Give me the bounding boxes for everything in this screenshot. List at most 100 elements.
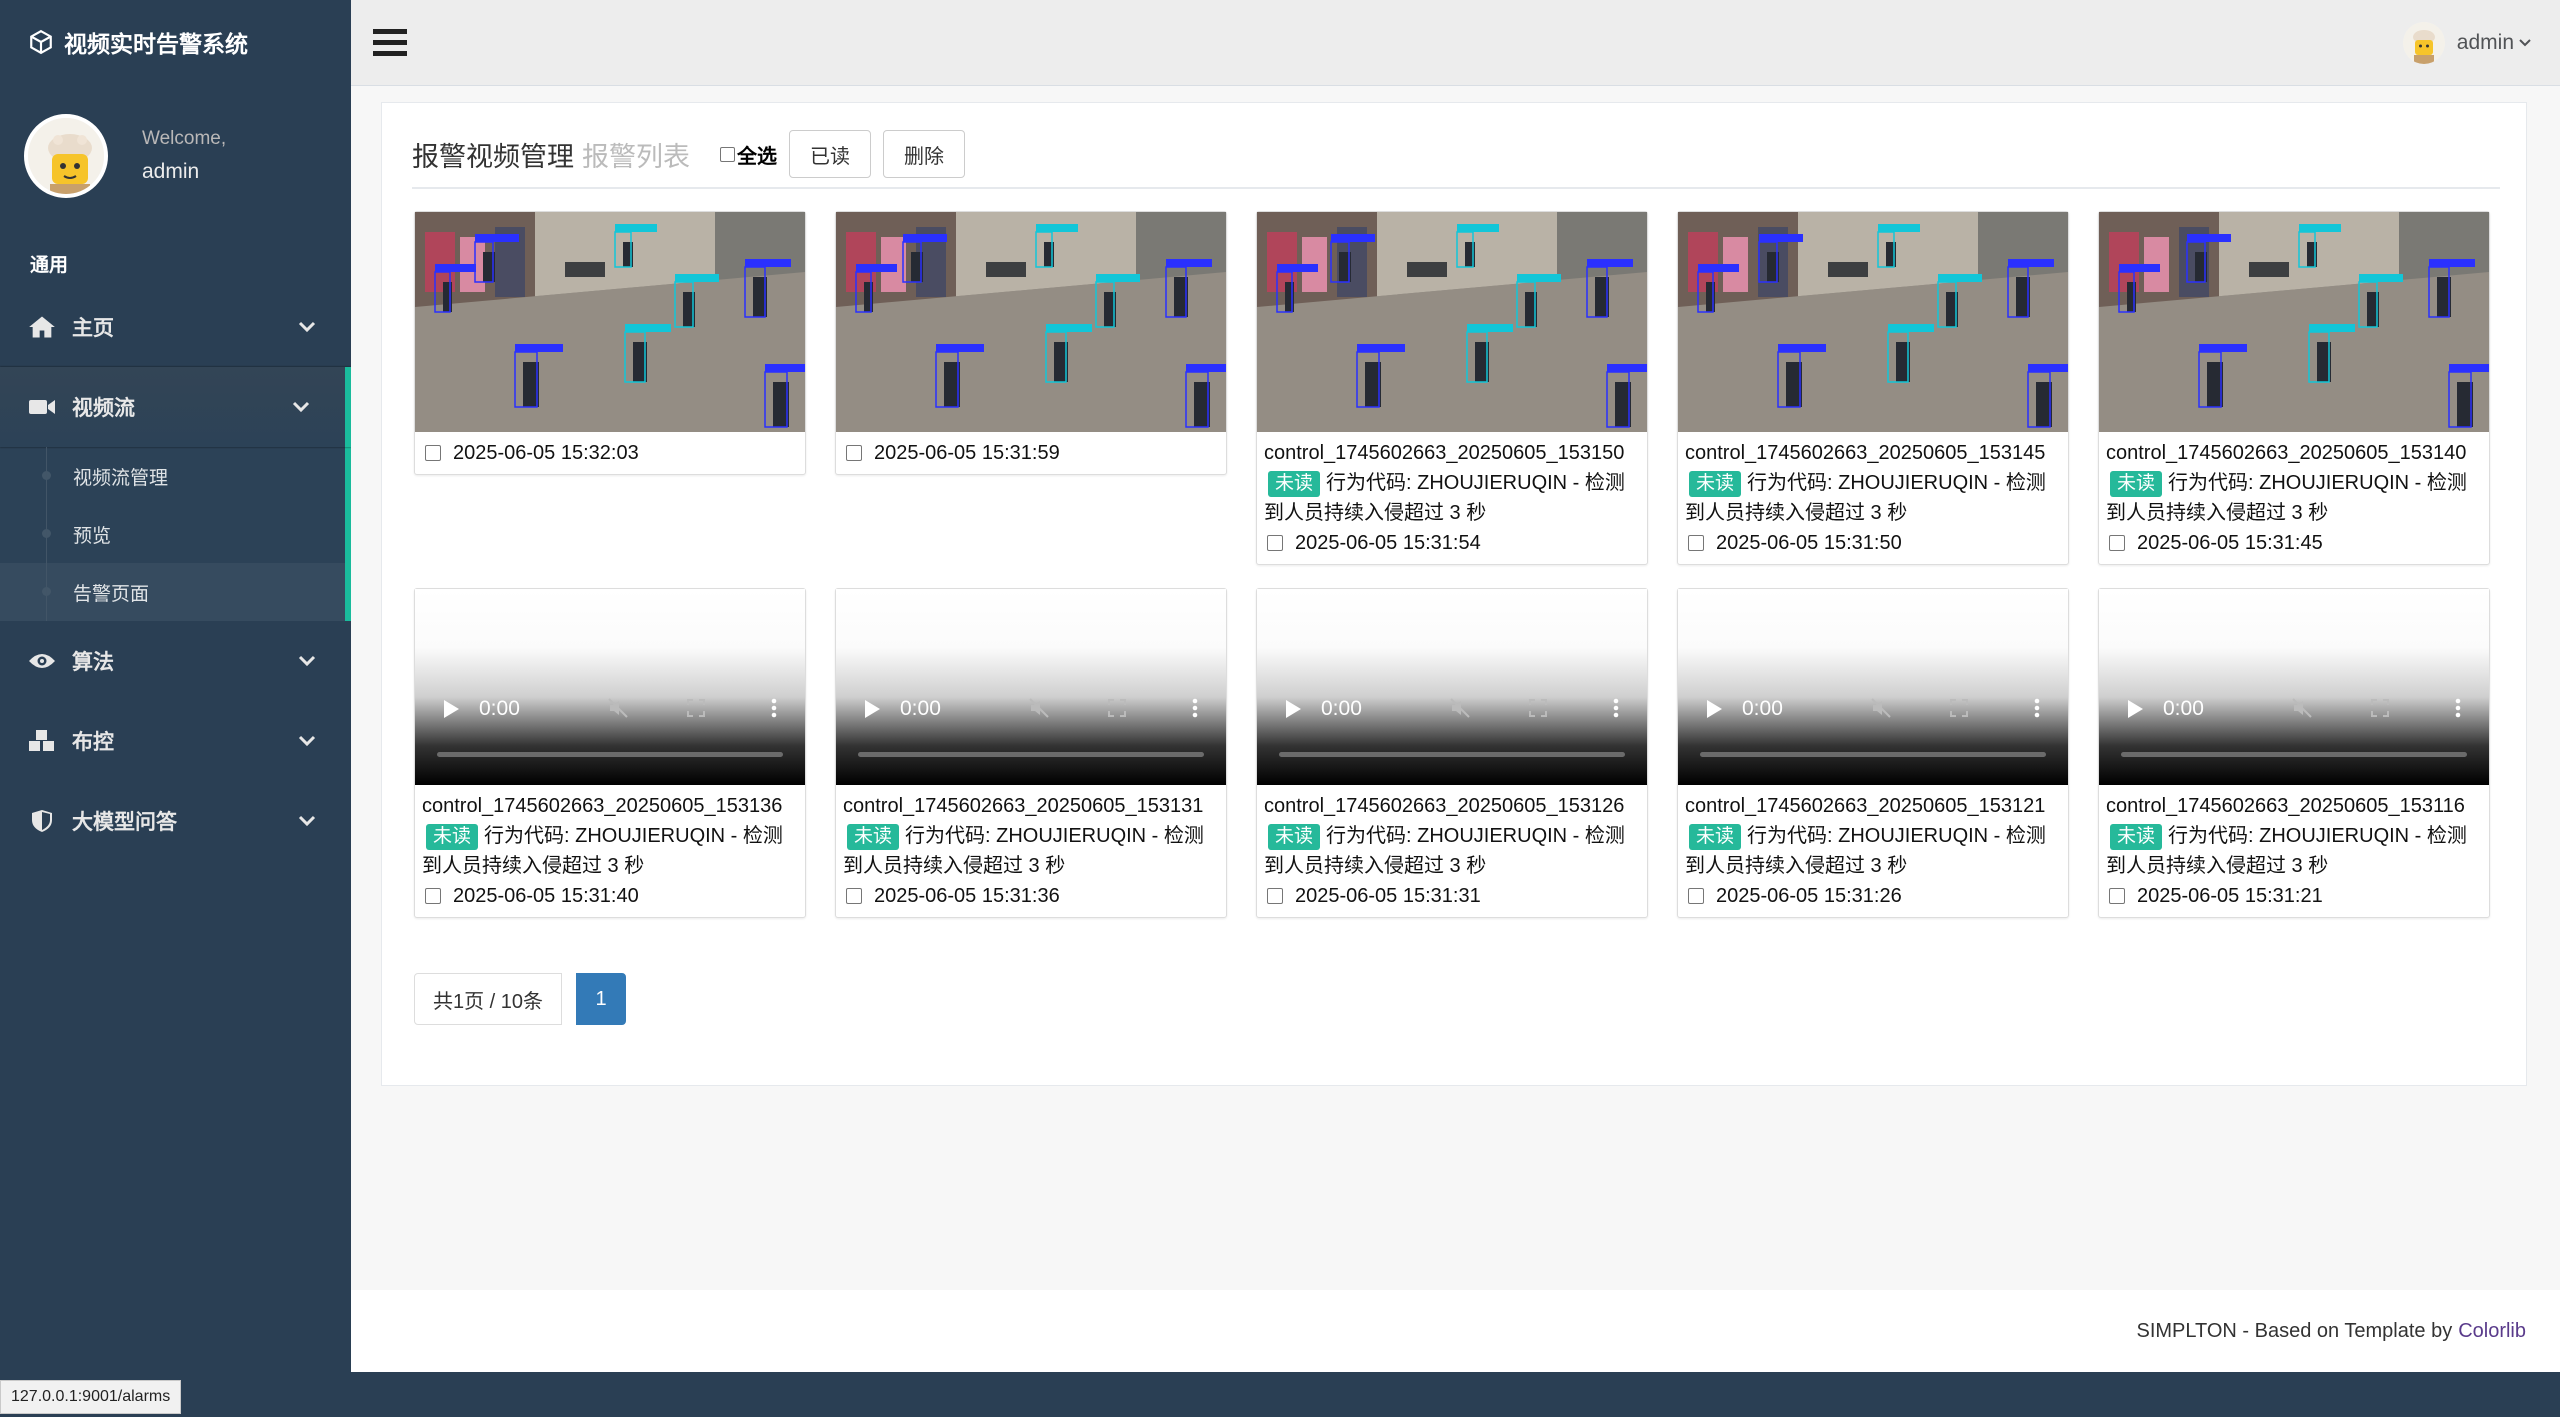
play-icon[interactable] bbox=[865, 700, 880, 718]
video-progress-bar[interactable] bbox=[1700, 752, 2046, 757]
sidebar-item-label: 算法 bbox=[72, 651, 114, 674]
play-icon[interactable] bbox=[444, 700, 459, 718]
app-title: 视频实时告警系统 bbox=[64, 31, 248, 57]
alarm-card: 2025-06-05 15:32:03 bbox=[414, 211, 806, 475]
more-options-icon[interactable] bbox=[763, 697, 785, 719]
chevron-down-icon bbox=[292, 401, 310, 413]
sidebar-item-label: 大模型问答 bbox=[72, 811, 177, 834]
video-progress-bar[interactable] bbox=[437, 752, 783, 757]
alarm-select-checkbox[interactable] bbox=[425, 888, 441, 904]
checkbox-box[interactable] bbox=[720, 146, 735, 162]
mute-icon[interactable] bbox=[1449, 697, 1471, 719]
unread-badge: 未读 bbox=[426, 824, 479, 850]
sidebar-item-label: 布控 bbox=[72, 731, 114, 754]
sidebar-item-llm-qa[interactable]: 大模型问答 bbox=[0, 781, 351, 861]
pagination: 共1页 / 10条 1 bbox=[414, 973, 627, 1025]
mute-icon[interactable] bbox=[2291, 697, 2313, 719]
sidebar-subitem-stream-manage[interactable]: 视频流管理 bbox=[0, 447, 345, 505]
play-icon[interactable] bbox=[2128, 700, 2143, 718]
unread-badge: 未读 bbox=[1689, 824, 1742, 850]
alarm-snapshot-image[interactable] bbox=[836, 212, 1226, 432]
submenu-video-stream: 视频流管理 预览 告警页面 bbox=[0, 447, 351, 621]
footer-link[interactable]: Colorlib bbox=[2458, 1320, 2526, 1343]
mute-icon[interactable] bbox=[607, 697, 629, 719]
alarm-snapshot-image[interactable] bbox=[1257, 212, 1647, 432]
alarm-video-player[interactable]: 0:00 bbox=[1257, 589, 1647, 785]
sidebar-item-control[interactable]: 布控 bbox=[0, 701, 351, 781]
alarm-card: 2025-06-05 15:31:59 bbox=[835, 211, 1227, 475]
alarm-select-checkbox[interactable] bbox=[846, 888, 862, 904]
alarm-panel: 报警视频管理 报警列表 全选 已读 删除 2025-06-05 15:32:03… bbox=[381, 102, 2527, 1086]
play-icon[interactable] bbox=[1707, 700, 1722, 718]
delete-button[interactable]: 删除 bbox=[883, 130, 965, 178]
more-options-icon[interactable] bbox=[2447, 697, 2469, 719]
fullscreen-icon[interactable] bbox=[685, 697, 707, 719]
alarm-snapshot-image[interactable] bbox=[2099, 212, 2489, 432]
alarm-select-checkbox[interactable] bbox=[1267, 888, 1283, 904]
more-options-icon[interactable] bbox=[2026, 697, 2048, 719]
page-button-current[interactable]: 1 bbox=[576, 973, 627, 1025]
mute-icon[interactable] bbox=[1028, 697, 1050, 719]
video-progress-bar[interactable] bbox=[2121, 752, 2467, 757]
alarm-select-checkbox[interactable] bbox=[1688, 535, 1704, 551]
footer: SIMPLTON - Based on Template by Colorlib bbox=[351, 1290, 2560, 1372]
sidebar-subitem-preview[interactable]: 预览 bbox=[0, 505, 345, 563]
alarm-filename: control_1745602663_20250605_153136 bbox=[422, 795, 783, 817]
more-options-icon[interactable] bbox=[1605, 697, 1627, 719]
footer-text: SIMPLTON - Based on Template by bbox=[2136, 1319, 2453, 1342]
alarm-datetime: 2025-06-05 15:31:45 bbox=[2137, 532, 2323, 554]
alarm-video-player[interactable]: 0:00 bbox=[2099, 589, 2489, 785]
alarm-video-player[interactable]: 0:00 bbox=[1678, 589, 2068, 785]
video-progress-bar[interactable] bbox=[1279, 752, 1625, 757]
alarm-select-checkbox[interactable] bbox=[2109, 535, 2125, 551]
alarm-caption: control_1745602663_20250605_153121 未读 行为代码… bbox=[1678, 785, 2068, 917]
alarm-select-checkbox[interactable] bbox=[846, 445, 862, 461]
sidebar-subitem-alarm-page[interactable]: 告警页面 bbox=[0, 563, 345, 621]
video-time: 0:00 bbox=[479, 697, 520, 720]
alarm-select-checkbox[interactable] bbox=[425, 445, 441, 461]
alarm-caption: control_1745602663_20250605_153140 未读 行为代码… bbox=[2099, 432, 2489, 564]
alarm-card: control_1745602663_20250605_153140 未读 行为代码… bbox=[2098, 211, 2490, 565]
sidebar-item-home[interactable]: 主页 bbox=[0, 287, 351, 367]
fullscreen-icon[interactable] bbox=[1527, 697, 1549, 719]
fullscreen-icon[interactable] bbox=[1106, 697, 1128, 719]
alarm-caption: 2025-06-05 15:32:03 bbox=[415, 432, 805, 474]
alarm-snapshot-image[interactable] bbox=[415, 212, 805, 432]
alarm-caption: control_1745602663_20250605_153136 未读 行为代码… bbox=[415, 785, 805, 917]
sidebar-subitem-label: 视频流管理 bbox=[73, 467, 169, 489]
user-menu[interactable]: admin bbox=[2402, 22, 2532, 64]
chevron-down-icon bbox=[2519, 39, 2531, 47]
mute-icon[interactable] bbox=[1870, 697, 1892, 719]
cubes-icon bbox=[29, 730, 54, 751]
chevron-down-icon bbox=[298, 815, 316, 827]
alarm-datetime: 2025-06-05 15:31:50 bbox=[1716, 532, 1902, 554]
alarm-datetime: 2025-06-05 15:31:21 bbox=[2137, 885, 2323, 907]
play-icon[interactable] bbox=[1286, 700, 1301, 718]
menu-toggle-icon[interactable] bbox=[373, 26, 407, 58]
alarm-video-player[interactable]: 0:00 bbox=[836, 589, 1226, 785]
alarm-video-player[interactable]: 0:00 bbox=[415, 589, 805, 785]
alarm-filename: control_1745602663_20250605_153126 bbox=[1264, 795, 1625, 817]
mark-read-button[interactable]: 已读 bbox=[789, 130, 871, 178]
sidebar-item-algorithm[interactable]: 算法 bbox=[0, 621, 351, 701]
video-time: 0:00 bbox=[1742, 697, 1783, 720]
brand[interactable]: 视频实时告警系统 bbox=[0, 0, 351, 84]
page-title: 报警视频管理 bbox=[412, 141, 574, 172]
profile-username: admin bbox=[142, 160, 200, 183]
alarm-select-checkbox[interactable] bbox=[1688, 888, 1704, 904]
alarm-select-checkbox[interactable] bbox=[1267, 535, 1283, 551]
sidebar-item-video-stream[interactable]: 视频流 bbox=[0, 367, 351, 447]
fullscreen-icon[interactable] bbox=[1948, 697, 1970, 719]
alarm-datetime: 2025-06-05 15:31:31 bbox=[1295, 885, 1481, 907]
alarm-caption: control_1745602663_20250605_153145 未读 行为代码… bbox=[1678, 432, 2068, 564]
alarm-snapshot-image[interactable] bbox=[1678, 212, 2068, 432]
panel-header: 报警视频管理 报警列表 全选 已读 删除 bbox=[412, 121, 2500, 189]
video-progress-bar[interactable] bbox=[858, 752, 1204, 757]
select-all-checkbox[interactable]: 全选 bbox=[720, 140, 777, 169]
fullscreen-icon[interactable] bbox=[2369, 697, 2391, 719]
more-options-icon[interactable] bbox=[1184, 697, 1206, 719]
alarm-caption: control_1745602663_20250605_153116 未读 行为代码… bbox=[2099, 785, 2489, 917]
welcome-text: Welcome, bbox=[142, 128, 227, 149]
chevron-down-icon bbox=[298, 735, 316, 747]
alarm-select-checkbox[interactable] bbox=[2109, 888, 2125, 904]
